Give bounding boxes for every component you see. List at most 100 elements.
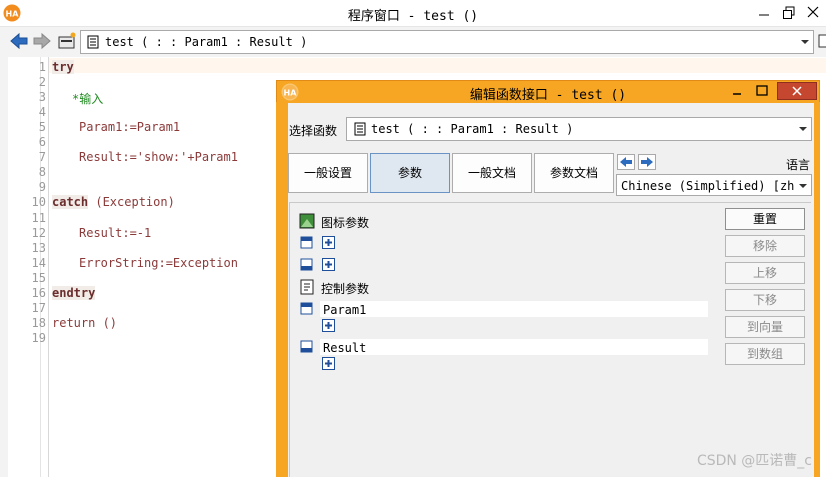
code-text: (Exception) <box>88 195 175 209</box>
procedure-folder-icon[interactable] <box>57 31 77 51</box>
dialog-right-border <box>814 102 820 477</box>
language-select[interactable]: Chinese (Simplified) [zh <box>616 174 812 196</box>
iconic-output-icon <box>300 258 313 271</box>
tab-parameter-docs[interactable]: 参数 文档 <box>534 153 614 193</box>
code-line[interactable]: endtry <box>52 286 96 300</box>
restore-button[interactable] <box>777 2 801 22</box>
control-input-param-name[interactable]: Param1 <box>323 303 366 317</box>
code-text: *输入 <box>72 92 104 106</box>
add-iconic-input-icon[interactable] <box>322 236 335 249</box>
nav-left-icon[interactable] <box>617 154 635 170</box>
procedure-select[interactable]: test ( : : Param1 : Result ) <box>80 30 814 54</box>
nav-right-icon[interactable] <box>638 154 656 170</box>
line-number: 16 <box>31 286 46 300</box>
code-line[interactable]: *输入 <box>72 90 103 107</box>
code-text: Result:='show:'+Param1 <box>79 150 238 164</box>
move-down-button[interactable]: 下移 <box>725 289 805 311</box>
tab-label-line2: 设置 <box>328 166 353 180</box>
dialog-maximize-button[interactable] <box>751 82 773 100</box>
code-line[interactable]: Result:=-1 <box>79 226 151 240</box>
minimize-button[interactable] <box>752 2 776 22</box>
to-vector-button[interactable]: 到向量 <box>725 316 805 338</box>
line-number: 13 <box>31 241 46 255</box>
tab-label-line1: 一般 <box>303 166 328 180</box>
line-number: 11 <box>31 211 46 225</box>
tab-label-line2: 文档 <box>574 166 599 180</box>
code-text: Param1:=Param1 <box>79 120 181 134</box>
line-number: 4 <box>38 105 46 119</box>
code-text: Result:=-1 <box>79 226 152 240</box>
remove-button[interactable]: 移除 <box>725 235 805 257</box>
iconic-params-icon <box>299 213 315 229</box>
watermark: CSDN @匹诺曹_c <box>696 453 812 469</box>
line-number: 6 <box>38 135 46 149</box>
line-number: 17 <box>31 301 46 315</box>
forward-arrow-icon[interactable] <box>32 31 52 51</box>
add-iconic-output-icon[interactable] <box>322 258 335 271</box>
dialog-close-icon[interactable] <box>777 82 817 100</box>
code-line[interactable]: Result:='show:'+Param1 <box>79 150 238 164</box>
tab-label-line1: 一般 <box>467 166 492 180</box>
reset-button[interactable]: 重置 <box>725 208 805 230</box>
iconic-input-icon <box>300 236 313 249</box>
line-number: 8 <box>38 165 46 179</box>
dialog-titlebar: HA 编辑函数接口 - test () <box>277 81 819 103</box>
code-text: catch <box>52 195 89 209</box>
line-number: 3 <box>38 90 46 104</box>
to-array-button[interactable]: 到数组 <box>725 343 805 365</box>
code-line[interactable]: ErrorString:=Exception <box>79 256 238 270</box>
procedure-select-value: test ( : : Param1 : Result ) <box>105 35 308 49</box>
line-number: 5 <box>38 120 46 134</box>
main-window-title: 程序窗口 - test () <box>347 9 479 24</box>
code-line[interactable]: return () <box>52 316 117 330</box>
line-number: 15 <box>31 271 46 285</box>
language-label: 语言 <box>786 158 811 172</box>
code-text: return () <box>52 316 118 330</box>
procedure-doc-icon <box>354 122 366 136</box>
control-input-icon <box>300 302 313 315</box>
tab-label-line2: 文档 <box>492 166 517 180</box>
code-text: endtry <box>52 286 96 300</box>
current-line-highlight <box>48 58 826 73</box>
control-params-icon <box>300 279 314 295</box>
move-up-button[interactable]: 上移 <box>725 262 805 284</box>
tab-label-line1: 参数 <box>549 166 574 180</box>
line-number: 1 <box>38 60 46 74</box>
add-control-output-icon[interactable] <box>322 357 335 370</box>
select-function-combo[interactable]: test ( : : Param1 : Result ) <box>346 117 812 141</box>
dialog-minimize-button[interactable] <box>726 82 748 100</box>
line-number: 19 <box>31 331 46 345</box>
code-line[interactable]: try <box>52 60 74 74</box>
control-params-section: 控制参数 <box>321 282 370 296</box>
line-number: 12 <box>31 226 46 240</box>
select-function-value: test ( : : Param1 : Result ) <box>371 122 574 136</box>
procedure-doc-icon <box>87 35 99 49</box>
close-icon[interactable] <box>801 2 825 22</box>
line-number: 10 <box>31 195 46 209</box>
chevron-down-icon <box>800 39 810 45</box>
control-param-row-input[interactable] <box>320 301 708 317</box>
tab-general-docs[interactable]: 一般 文档 <box>452 153 532 193</box>
tab-general-settings[interactable]: 一般 设置 <box>288 153 368 193</box>
code-line[interactable]: Param1:=Param1 <box>79 120 180 134</box>
line-number: 2 <box>38 75 46 89</box>
dialog-left-border <box>276 102 288 477</box>
main-window-titlebar: HA 程序窗口 - test () <box>0 0 826 27</box>
language-select-value: Chinese (Simplified) [zh <box>621 179 795 193</box>
line-number: 7 <box>38 150 46 164</box>
code-text: ErrorString:=Exception <box>79 256 238 270</box>
control-output-icon <box>300 340 313 353</box>
tab-parameters[interactable]: 参数 <box>370 153 450 193</box>
line-number: 14 <box>31 256 46 270</box>
chevron-down-icon <box>795 183 808 189</box>
control-output-param-name[interactable]: Result <box>323 341 366 355</box>
chevron-down-icon <box>798 126 808 132</box>
code-line[interactable]: catch (Exception) <box>52 195 175 209</box>
iconic-params-section: 图标参数 <box>321 216 370 230</box>
back-arrow-icon[interactable] <box>9 31 29 51</box>
toolbar-overflow-icon[interactable] <box>818 31 826 51</box>
add-control-input-icon[interactable] <box>322 319 335 332</box>
line-number: 9 <box>38 180 46 194</box>
line-number: 18 <box>31 316 46 330</box>
control-param-row-output[interactable] <box>320 339 708 355</box>
